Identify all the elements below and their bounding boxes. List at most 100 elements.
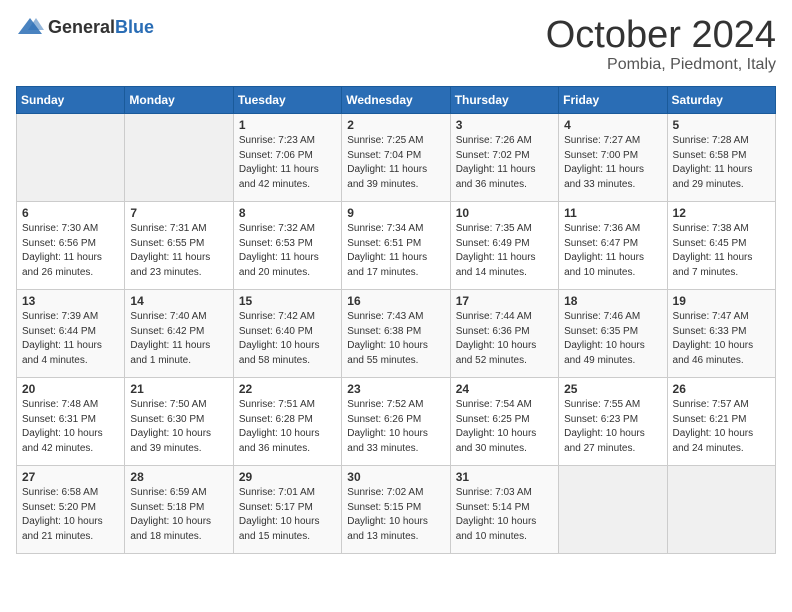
day-number: 19 [673,294,770,308]
day-info: Sunrise: 7:54 AMSunset: 6:25 PMDaylight:… [456,398,553,456]
day-info: Sunrise: 7:55 AMSunset: 6:23 PMDaylight:… [564,398,661,456]
day-number: 25 [564,382,661,396]
day-info: Sunrise: 7:46 AMSunset: 6:35 PMDaylight:… [564,310,661,368]
calendar-cell: 5Sunrise: 7:28 AMSunset: 6:58 PMDaylight… [667,114,775,202]
day-info: Sunrise: 7:50 AMSunset: 6:30 PMDaylight:… [130,398,227,456]
calendar-cell: 22Sunrise: 7:51 AMSunset: 6:28 PMDayligh… [233,378,341,466]
calendar-cell: 15 Sunrise: 7:42 AMSunset: 6:40 PMDayligh… [233,290,341,378]
day-info: Sunrise: 7:57 AMSunset: 6:21 PMDaylight:… [673,398,770,456]
day-number: 2 [347,118,444,132]
day-info: Sunrise: 7:52 AMSunset: 6:26 PMDaylight:… [347,398,444,456]
day-number: 1 [239,118,336,132]
calendar-cell: 20 Sunrise: 7:48 AMSunset: 6:31 PMDayligh… [17,378,125,466]
day-info: Sunrise: 7:30 AMSunset: 6:56 PMDaylight:… [22,222,119,280]
logo: GeneralBlue [16,16,154,38]
calendar-cell [667,466,775,554]
calendar-cell: 14 Sunrise: 7:40 AMSunset: 6:42 PMDayligh… [125,290,233,378]
day-info: Sunrise: 7:25 AMSunset: 7:04 PMDaylight:… [347,134,444,192]
day-number: 22 [239,382,336,396]
day-number: 3 [456,118,553,132]
day-number: 28 [130,470,227,484]
day-number: 14 [130,294,227,308]
month-title: October 2024 [546,16,776,54]
calendar-cell: 24Sunrise: 7:54 AMSunset: 6:25 PMDayligh… [450,378,558,466]
day-info: Sunrise: 7:34 AMSunset: 6:51 PMDaylight:… [347,222,444,280]
day-number: 30 [347,470,444,484]
day-info: Sunrise: 7:42 AMSunset: 6:40 PMDaylight:… [239,310,336,368]
day-number: 23 [347,382,444,396]
page-header: GeneralBlue October 2024 Pombia, Piedmon… [16,16,776,74]
day-info: Sunrise: 7:02 AMSunset: 5:15 PMDaylight:… [347,486,444,544]
day-info: Sunrise: 7:44 AMSunset: 6:36 PMDaylight:… [456,310,553,368]
day-number: 29 [239,470,336,484]
logo-icon [16,16,44,38]
calendar-cell: 25 Sunrise: 7:55 AMSunset: 6:23 PMDayligh… [559,378,667,466]
day-info: Sunrise: 7:01 AMSunset: 5:17 PMDaylight:… [239,486,336,544]
calendar-cell: 26Sunrise: 7:57 AMSunset: 6:21 PMDayligh… [667,378,775,466]
calendar-body: 1Sunrise: 7:23 AMSunset: 7:06 PMDaylight… [17,114,776,554]
day-info: Sunrise: 7:47 AMSunset: 6:33 PMDaylight:… [673,310,770,368]
calendar-cell: 18 Sunrise: 7:46 AMSunset: 6:35 PMDayligh… [559,290,667,378]
calendar-cell: 2 Sunrise: 7:25 AMSunset: 7:04 PMDaylight… [342,114,450,202]
weekday-header-friday: Friday [559,87,667,114]
week-row-1: 1Sunrise: 7:23 AMSunset: 7:06 PMDaylight… [17,114,776,202]
day-number: 10 [456,206,553,220]
day-info: Sunrise: 7:40 AMSunset: 6:42 PMDaylight:… [130,310,227,368]
calendar-cell: 3 Sunrise: 7:26 AMSunset: 7:02 PMDaylight… [450,114,558,202]
day-number: 15 [239,294,336,308]
weekday-row: SundayMondayTuesdayWednesdayThursdayFrid… [17,87,776,114]
calendar-cell: 6 Sunrise: 7:30 AMSunset: 6:56 PMDaylight… [17,202,125,290]
day-number: 20 [22,382,119,396]
day-info: Sunrise: 7:03 AMSunset: 5:14 PMDaylight:… [456,486,553,544]
day-number: 16 [347,294,444,308]
calendar-cell: 31Sunrise: 7:03 AMSunset: 5:14 PMDayligh… [450,466,558,554]
day-info: Sunrise: 7:27 AMSunset: 7:00 PMDaylight:… [564,134,661,192]
day-info: Sunrise: 7:43 AMSunset: 6:38 PMDaylight:… [347,310,444,368]
calendar-cell [125,114,233,202]
weekday-header-sunday: Sunday [17,87,125,114]
weekday-header-monday: Monday [125,87,233,114]
week-row-5: 27Sunrise: 6:58 AMSunset: 5:20 PMDayligh… [17,466,776,554]
calendar-cell: 7Sunrise: 7:31 AMSunset: 6:55 PMDaylight… [125,202,233,290]
day-info: Sunrise: 7:26 AMSunset: 7:02 PMDaylight:… [456,134,553,192]
weekday-header-tuesday: Tuesday [233,87,341,114]
calendar-cell: 4 Sunrise: 7:27 AMSunset: 7:00 PMDaylight… [559,114,667,202]
day-number: 7 [130,206,227,220]
day-number: 17 [456,294,553,308]
title-block: October 2024 Pombia, Piedmont, Italy [546,16,776,74]
day-info: Sunrise: 6:59 AMSunset: 5:18 PMDaylight:… [130,486,227,544]
calendar-cell: 8Sunrise: 7:32 AMSunset: 6:53 PMDaylight… [233,202,341,290]
day-info: Sunrise: 7:35 AMSunset: 6:49 PMDaylight:… [456,222,553,280]
day-info: Sunrise: 7:32 AMSunset: 6:53 PMDaylight:… [239,222,336,280]
calendar-cell: 10 Sunrise: 7:35 AMSunset: 6:49 PMDayligh… [450,202,558,290]
day-number: 13 [22,294,119,308]
day-info: Sunrise: 7:48 AMSunset: 6:31 PMDaylight:… [22,398,119,456]
calendar-cell [17,114,125,202]
logo-text: GeneralBlue [48,17,154,38]
week-row-2: 6 Sunrise: 7:30 AMSunset: 6:56 PMDaylight… [17,202,776,290]
week-row-3: 13 Sunrise: 7:39 AMSunset: 6:44 PMDayligh… [17,290,776,378]
weekday-header-wednesday: Wednesday [342,87,450,114]
week-row-4: 20 Sunrise: 7:48 AMSunset: 6:31 PMDayligh… [17,378,776,466]
day-number: 21 [130,382,227,396]
location-subtitle: Pombia, Piedmont, Italy [546,56,776,74]
calendar-header: SundayMondayTuesdayWednesdayThursdayFrid… [17,87,776,114]
calendar-cell: 29 Sunrise: 7:01 AMSunset: 5:17 PMDayligh… [233,466,341,554]
calendar-cell: 17 Sunrise: 7:44 AMSunset: 6:36 PMDayligh… [450,290,558,378]
calendar-cell: 19 Sunrise: 7:47 AMSunset: 6:33 PMDayligh… [667,290,775,378]
calendar-cell: 27Sunrise: 6:58 AMSunset: 5:20 PMDayligh… [17,466,125,554]
day-number: 18 [564,294,661,308]
day-number: 4 [564,118,661,132]
calendar-cell: 30 Sunrise: 7:02 AMSunset: 5:15 PMDayligh… [342,466,450,554]
day-info: Sunrise: 7:39 AMSunset: 6:44 PMDaylight:… [22,310,119,368]
day-info: Sunrise: 7:28 AMSunset: 6:58 PMDaylight:… [673,134,770,192]
day-number: 6 [22,206,119,220]
calendar-cell: 23 Sunrise: 7:52 AMSunset: 6:26 PMDayligh… [342,378,450,466]
weekday-header-saturday: Saturday [667,87,775,114]
calendar-cell: 16 Sunrise: 7:43 AMSunset: 6:38 PMDayligh… [342,290,450,378]
calendar-table: SundayMondayTuesdayWednesdayThursdayFrid… [16,86,776,554]
calendar-cell: 1Sunrise: 7:23 AMSunset: 7:06 PMDaylight… [233,114,341,202]
calendar-cell [559,466,667,554]
day-info: Sunrise: 7:36 AMSunset: 6:47 PMDaylight:… [564,222,661,280]
day-number: 11 [564,206,661,220]
